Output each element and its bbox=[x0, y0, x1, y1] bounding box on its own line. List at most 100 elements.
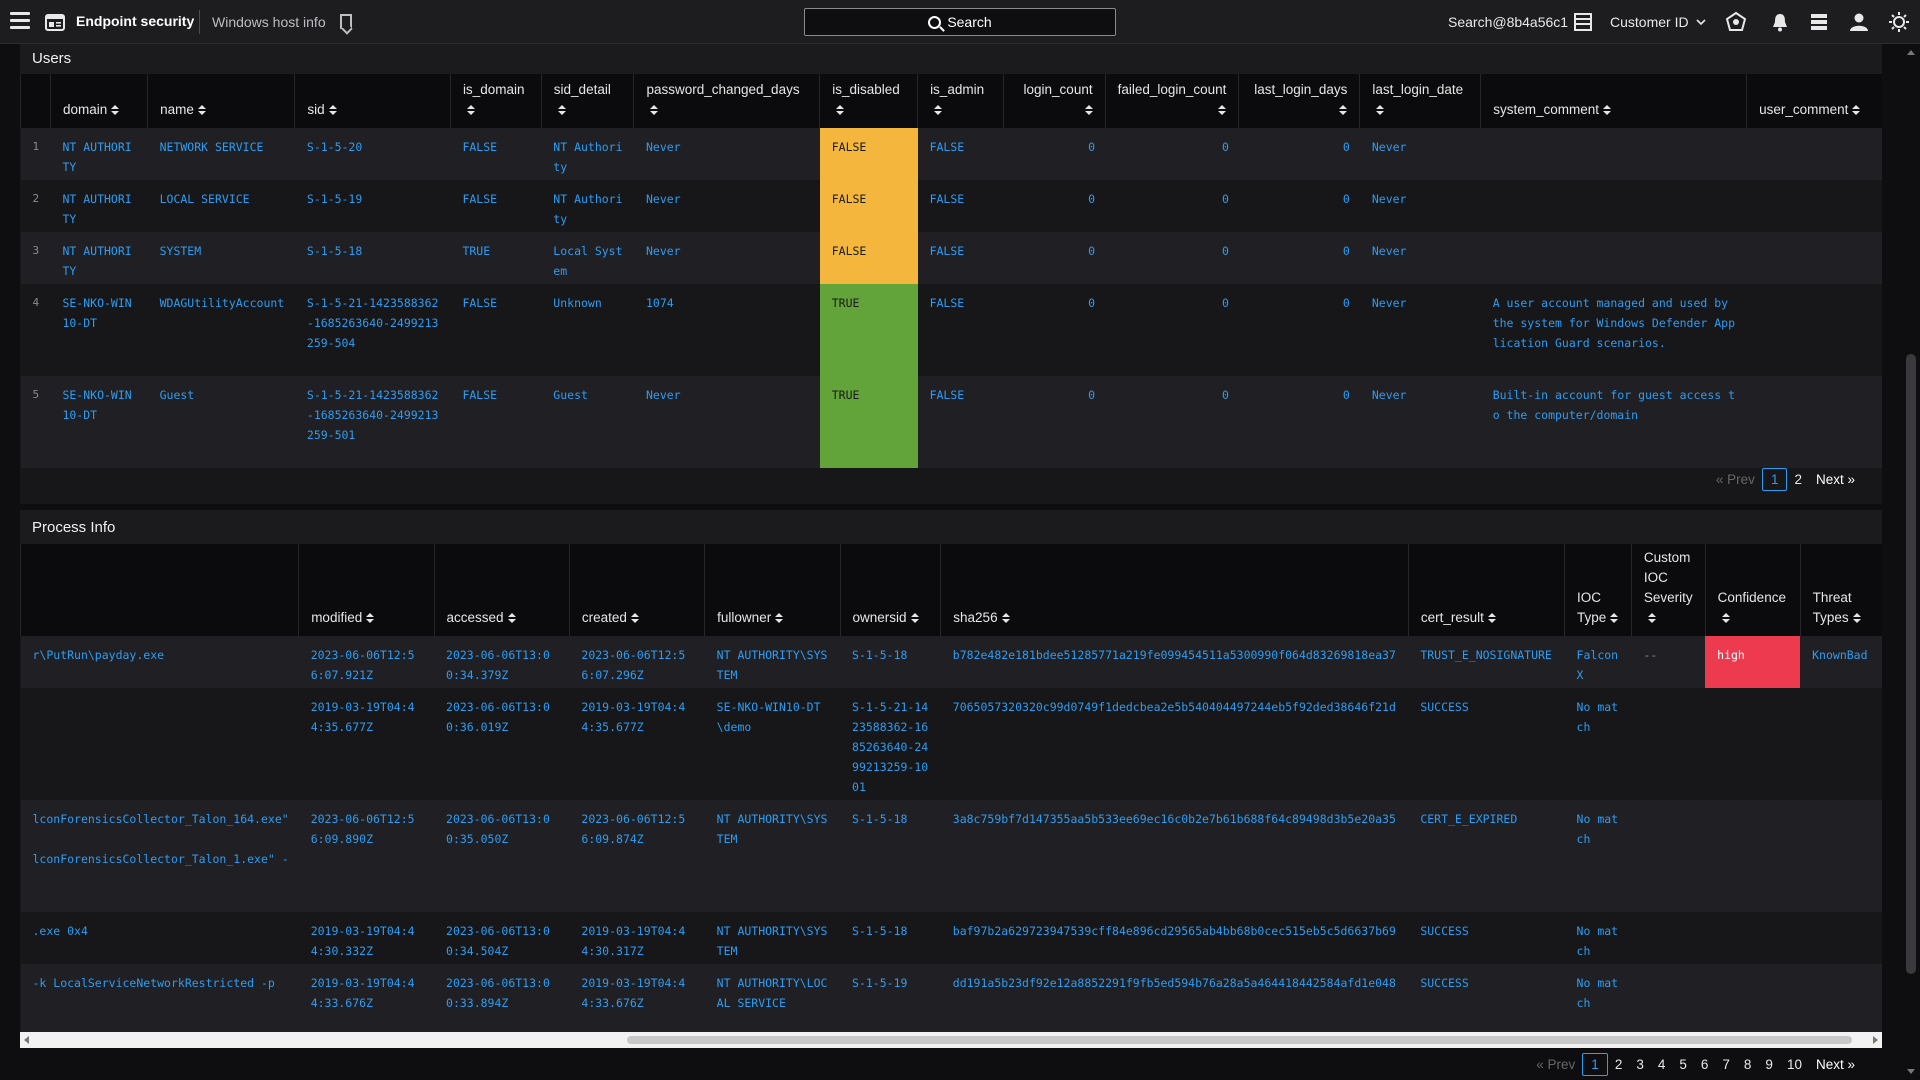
column-header-fullowner[interactable]: fullowner bbox=[704, 544, 841, 636]
cell-confidence[interactable] bbox=[1705, 912, 1801, 964]
cell-sid-detail[interactable]: Local System bbox=[541, 232, 634, 284]
cell-system-comment[interactable] bbox=[1480, 180, 1747, 232]
table-row[interactable]: 2 NT AUTHORITY LOCAL SERVICE S-1-5-19 FALSE N… bbox=[20, 180, 1882, 232]
cell-system-comment[interactable] bbox=[1480, 232, 1747, 284]
cell-is-domain[interactable]: FALSE bbox=[450, 128, 542, 180]
cell-login-count[interactable]: 0 bbox=[1003, 284, 1106, 376]
cell-sha256[interactable]: 7065057320320c99d0749f1dedcbea2e5b540404… bbox=[940, 688, 1409, 800]
cell-is-admin[interactable]: FALSE bbox=[917, 284, 1004, 376]
cell-ownersid[interactable]: S-1-5-19 bbox=[840, 964, 941, 1034]
scroll-left-icon[interactable] bbox=[24, 1036, 29, 1044]
column-header-domain[interactable]: domain bbox=[49, 74, 148, 128]
column-header-user-comment[interactable]: user_comment bbox=[1746, 74, 1882, 128]
cell-threat-types[interactable] bbox=[1800, 964, 1882, 1034]
page-button-10[interactable]: 10 bbox=[1780, 1057, 1809, 1072]
cell-password-changed-days[interactable]: Never bbox=[633, 128, 820, 180]
scroll-thumb[interactable] bbox=[627, 1036, 1852, 1044]
cell-failed-login-count[interactable]: 0 bbox=[1105, 128, 1239, 180]
column-header-ioc-type[interactable]: IOC Type bbox=[1564, 544, 1632, 636]
cell-failed-login-count[interactable]: 0 bbox=[1105, 232, 1239, 284]
cell-sha256[interactable]: dd191a5b23df92e12a8852291f9fb5ed594b76a2… bbox=[940, 964, 1409, 1034]
cell-modified[interactable]: 2023-06-06T12:56:07.921Z bbox=[298, 636, 435, 688]
page-button-8[interactable]: 8 bbox=[1737, 1057, 1759, 1072]
column-header-system-comment[interactable]: system_comment bbox=[1480, 74, 1747, 128]
page-button-3[interactable]: 3 bbox=[1629, 1057, 1651, 1072]
cell-is-disabled[interactable]: FALSE bbox=[819, 232, 918, 284]
cell-login-count[interactable]: 0 bbox=[1003, 128, 1106, 180]
cell-sha256[interactable]: baf97b2a629723947539cff84e896cd29565ab4b… bbox=[940, 912, 1409, 964]
cell-name[interactable]: SYSTEM bbox=[147, 232, 295, 284]
table-row[interactable]: 2019-03-19T04:44:35.677Z 2023-06-06T13:00… bbox=[20, 688, 1882, 800]
page-button-9[interactable]: 9 bbox=[1758, 1057, 1780, 1072]
sort-icon[interactable] bbox=[466, 105, 475, 116]
cell-cert-result[interactable]: CERT_E_EXPIRED bbox=[1408, 800, 1565, 912]
page-button-6[interactable]: 6 bbox=[1694, 1057, 1716, 1072]
cell-user-comment[interactable] bbox=[1746, 128, 1882, 180]
sort-icon[interactable] bbox=[1339, 105, 1348, 116]
cell-name[interactable]: NETWORK SERVICE bbox=[147, 128, 295, 180]
column-header-failed-login-count[interactable]: failed_login_count bbox=[1104, 74, 1239, 128]
cell-accessed[interactable]: 2023-06-06T13:00:36.019Z bbox=[434, 688, 570, 800]
cell-last-login-days[interactable]: 0 bbox=[1238, 376, 1360, 468]
sort-icon[interactable] bbox=[1487, 613, 1496, 624]
cell-is-disabled[interactable]: FALSE bbox=[819, 128, 918, 180]
cell-domain[interactable]: NT AUTHORITY bbox=[50, 180, 148, 232]
table-row[interactable]: .exe 0x4 2019-03-19T04:44:30.332Z 2023-06-… bbox=[20, 912, 1882, 964]
sort-icon[interactable] bbox=[1721, 613, 1730, 624]
cell-is-admin[interactable]: FALSE bbox=[917, 232, 1004, 284]
cell-sid-detail[interactable]: NT Authority bbox=[541, 180, 634, 232]
cell-last-login-days[interactable]: 0 bbox=[1238, 180, 1360, 232]
cell-sid[interactable]: S-1-5-19 bbox=[294, 180, 451, 232]
cell-cert-result[interactable]: SUCCESS bbox=[1408, 912, 1565, 964]
cell-user-comment[interactable] bbox=[1746, 232, 1882, 284]
scroll-right-icon[interactable] bbox=[1873, 1036, 1878, 1044]
cell-cert-result[interactable]: SUCCESS bbox=[1408, 964, 1565, 1034]
cell-modified[interactable]: 2019-03-19T04:44:33.676Z bbox=[298, 964, 435, 1034]
page-button-7[interactable]: 7 bbox=[1715, 1057, 1737, 1072]
cell-last-login-date[interactable]: Never bbox=[1359, 128, 1481, 180]
cell-created[interactable]: 2019-03-19T04:44:33.676Z bbox=[569, 964, 705, 1034]
cell-sha256[interactable]: b782e482e181bdee51285771a219fe099454511a… bbox=[940, 636, 1409, 688]
cell-severity[interactable] bbox=[1631, 964, 1706, 1034]
cell-ioc-type[interactable]: Falcon X bbox=[1564, 636, 1632, 688]
cell-last-login-date[interactable]: Never bbox=[1359, 232, 1481, 284]
page-button-2[interactable]: 2 bbox=[1787, 472, 1809, 487]
cell-name[interactable]: Guest bbox=[147, 376, 295, 468]
cell-name[interactable]: LOCAL SERVICE bbox=[147, 180, 295, 232]
cell-threat-types[interactable] bbox=[1800, 912, 1882, 964]
cell-password-changed-days[interactable]: 1074 bbox=[633, 284, 820, 376]
sort-icon[interactable] bbox=[934, 105, 943, 116]
cell-failed-login-count[interactable]: 0 bbox=[1105, 376, 1239, 468]
grid-list-icon[interactable] bbox=[1572, 11, 1594, 33]
cell-is-admin[interactable]: FALSE bbox=[917, 180, 1004, 232]
breadcrumb[interactable]: Windows host info bbox=[212, 14, 326, 30]
next-page-button[interactable]: Next » bbox=[1809, 472, 1862, 487]
table-row[interactable]: -k LocalServiceNetworkRestricted -p 2019-… bbox=[20, 964, 1882, 1034]
cell-confidence[interactable]: high bbox=[1705, 636, 1801, 688]
cell-sid[interactable]: S-1-5-18 bbox=[294, 232, 451, 284]
cell-modified[interactable]: 2019-03-19T04:44:30.332Z bbox=[298, 912, 435, 964]
sort-icon[interactable] bbox=[1084, 105, 1093, 116]
scroll-thumb[interactable] bbox=[1906, 354, 1916, 974]
sort-icon[interactable] bbox=[1852, 613, 1861, 624]
page-button-1[interactable]: 1 bbox=[1582, 1053, 1608, 1076]
cell-severity[interactable] bbox=[1631, 800, 1706, 912]
cell-cmd[interactable] bbox=[20, 688, 299, 800]
column-header-custom-ioc-severity[interactable]: Custom IOC Severity bbox=[1630, 544, 1706, 636]
cell-domain[interactable]: SE-NKO-WIN10-DT bbox=[50, 284, 148, 376]
scroll-down-icon[interactable] bbox=[1907, 1069, 1915, 1074]
column-header-is-domain[interactable]: is_domain bbox=[449, 74, 542, 128]
column-header-modified[interactable]: modified bbox=[298, 544, 435, 636]
menu-icon[interactable] bbox=[10, 12, 30, 32]
sort-icon[interactable] bbox=[507, 613, 516, 624]
cell-cmd[interactable]: .exe 0x4 bbox=[20, 912, 299, 964]
cell-last-login-days[interactable]: 0 bbox=[1238, 284, 1360, 376]
cell-threat-types[interactable]: KnownBad bbox=[1800, 636, 1882, 688]
cell-ownersid[interactable]: S-1-5-18 bbox=[840, 636, 941, 688]
cell-domain[interactable]: NT AUTHORITY bbox=[50, 232, 148, 284]
column-header-threat-types[interactable]: Threat Types bbox=[1799, 544, 1882, 636]
cell-created[interactable]: 2023-06-06T12:56:07.296Z bbox=[569, 636, 705, 688]
cell-sid-detail[interactable]: Unknown bbox=[541, 284, 634, 376]
cell-password-changed-days[interactable]: Never bbox=[633, 232, 820, 284]
sort-icon[interactable] bbox=[650, 105, 659, 116]
